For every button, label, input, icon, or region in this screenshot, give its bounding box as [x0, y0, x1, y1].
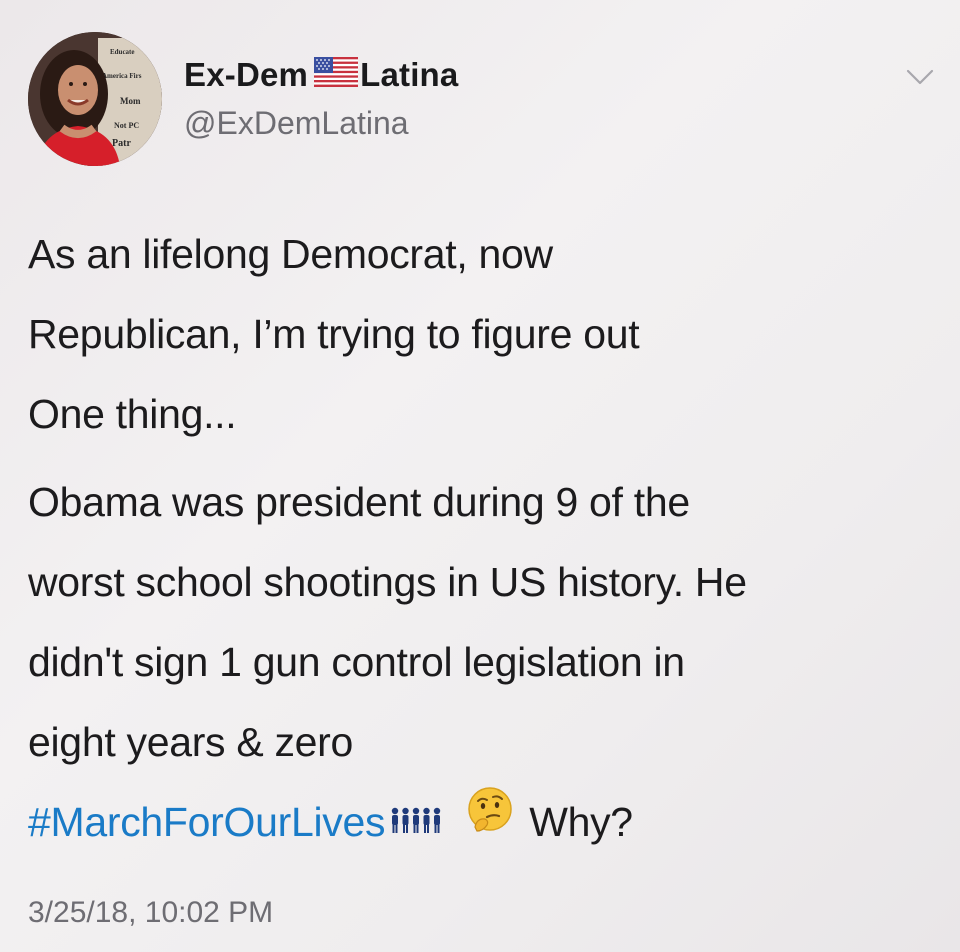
- thinking-face-icon: [465, 781, 515, 861]
- tweet-line: didn't sign 1 gun control legislation in: [28, 639, 685, 685]
- avatar-sign-text-4: Not PC: [114, 121, 139, 130]
- avatar-sign-text-2: America Firs: [102, 72, 142, 80]
- display-name[interactable]: Ex-Dem Latina: [184, 56, 458, 94]
- tweet-line: worst school shootings in US history. He: [28, 559, 747, 605]
- trailing-text: Why?: [529, 799, 633, 845]
- chevron-down-icon[interactable]: [900, 62, 940, 92]
- tweet-line: eight years & zero: [28, 719, 354, 765]
- people-group-icon: [389, 781, 443, 861]
- tweet-timestamp[interactable]: 3/25/18, 10:02 PM: [28, 896, 273, 930]
- hashtag-line: #MarchForOurLives Why?: [28, 782, 747, 865]
- tweet-paragraph-1: As an lifelong Democrat, now Republican,…: [28, 214, 640, 454]
- tweet-line: Republican, I’m trying to figure out: [28, 311, 640, 357]
- user-handle[interactable]: @ExDemLatina: [184, 105, 409, 142]
- hashtag-link[interactable]: #MarchForOurLives: [28, 799, 385, 845]
- avatar-image: Educate America Firs Mom Not PC Patr: [28, 32, 162, 166]
- us-flag-icon: [314, 57, 359, 95]
- avatar-sign-text-3: Mom: [120, 96, 141, 106]
- display-name-part2: Latina: [360, 56, 459, 93]
- avatar[interactable]: Educate America Firs Mom Not PC Patr: [28, 32, 162, 166]
- tweet-paragraph-2: Obama was president during 9 of the wors…: [28, 462, 747, 865]
- tweet-line: Obama was president during 9 of the: [28, 479, 690, 525]
- avatar-sign-text-1: Educate: [110, 48, 135, 56]
- avatar-sign-text-5: Patr: [112, 138, 131, 149]
- display-name-part1: Ex-Dem: [184, 56, 309, 93]
- tweet-line: One thing...: [28, 391, 237, 437]
- tweet-card: Educate America Firs Mom Not PC Patr Ex-…: [0, 0, 960, 952]
- tweet-line: As an lifelong Democrat, now: [28, 231, 553, 277]
